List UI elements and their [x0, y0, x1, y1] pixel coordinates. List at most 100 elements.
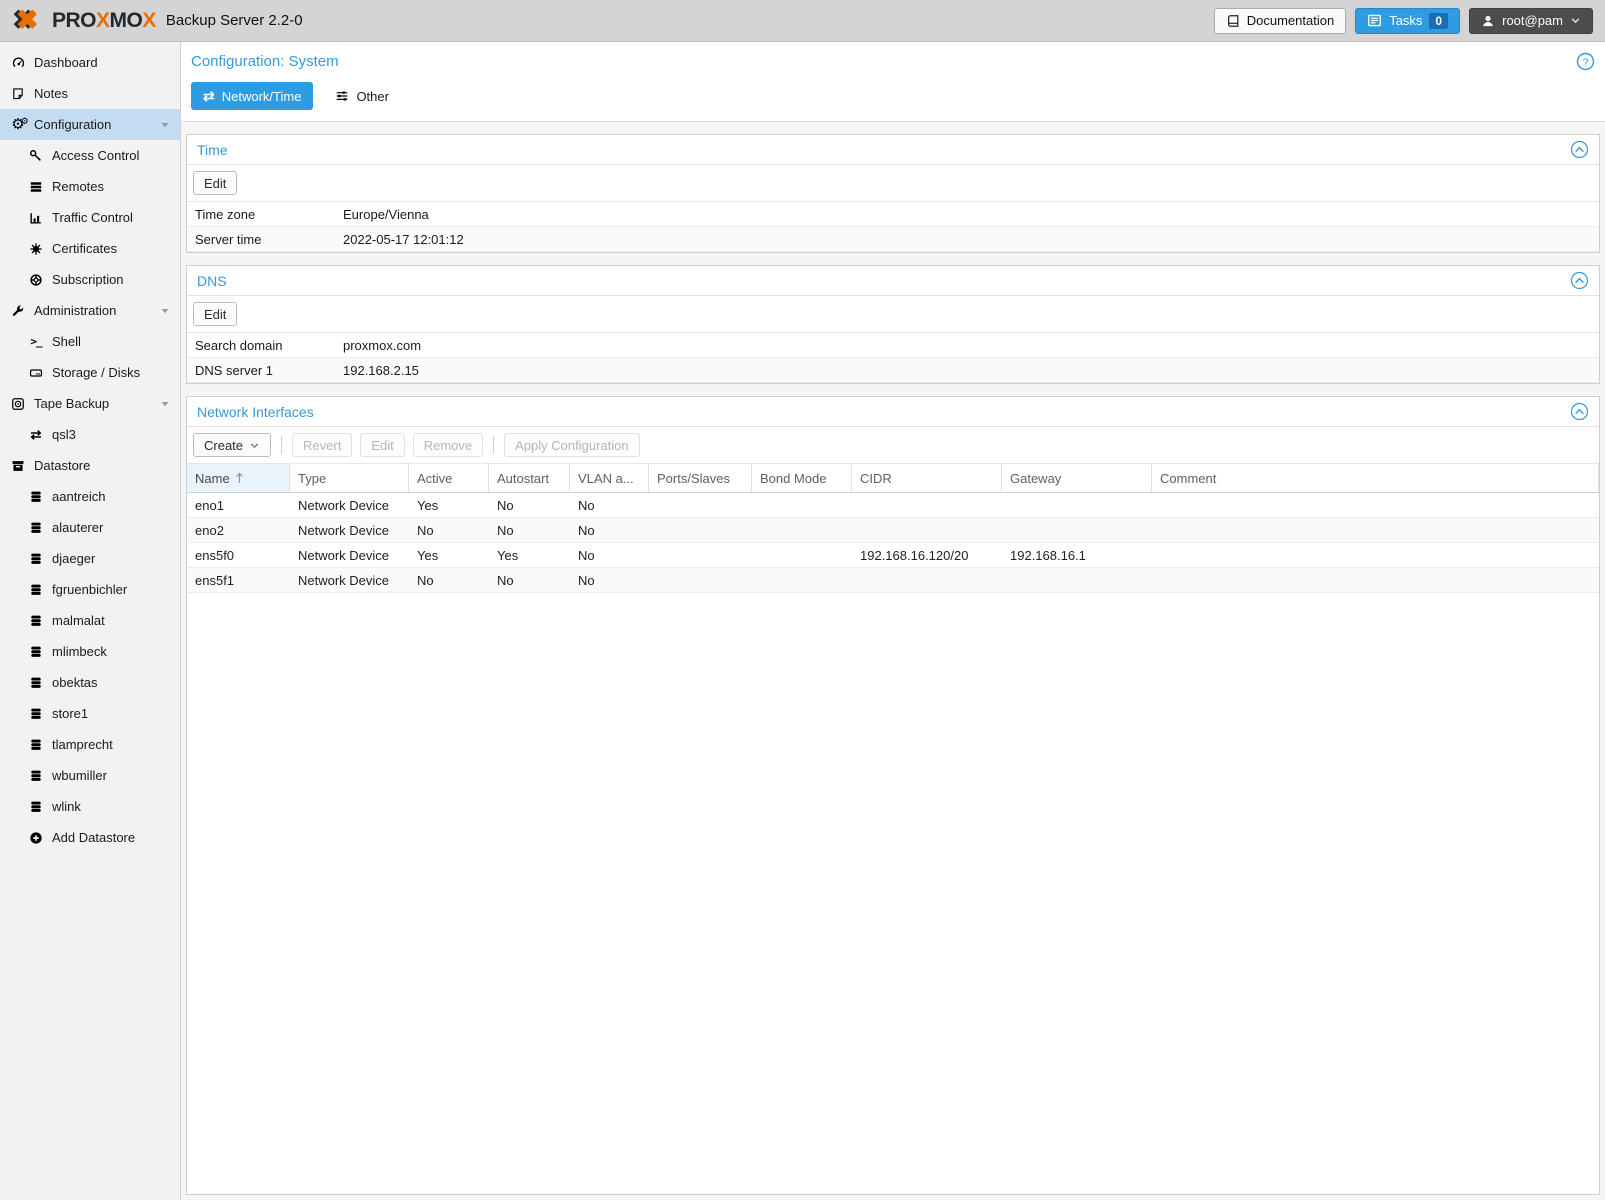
wrench-icon [8, 304, 28, 318]
caret-down-icon[interactable] [160, 306, 170, 316]
sidebar-item-administration[interactable]: Administration [0, 295, 180, 326]
sidebar-item-malmalat[interactable]: malmalat [0, 605, 180, 636]
lifering-icon [26, 273, 46, 287]
documentation-button[interactable]: Documentation [1214, 8, 1346, 34]
collapse-icon[interactable] [1570, 271, 1589, 290]
chart-icon [26, 211, 46, 225]
grid-cell: Network Device [290, 543, 409, 567]
sidebar-item-mlimbeck[interactable]: mlimbeck [0, 636, 180, 667]
grid-body: eno1Network DeviceYesNoNoeno2Network Dev… [187, 493, 1599, 1194]
sidebar-item-datastore[interactable]: Datastore [0, 450, 180, 481]
column-header-name[interactable]: Name [187, 464, 290, 492]
grid-cell: No [409, 518, 489, 542]
help-icon[interactable]: ? [1576, 52, 1595, 71]
sidebar-item-add-datastore[interactable]: Add Datastore [0, 822, 180, 853]
column-header-active[interactable]: Active [409, 464, 489, 492]
sidebar-item-tlamprecht[interactable]: tlamprecht [0, 729, 180, 760]
grid-cell [752, 543, 852, 567]
interface-row-ens5f0[interactable]: ens5f0Network DeviceYesYesNo192.168.16.1… [187, 543, 1599, 568]
caret-down-icon[interactable] [160, 120, 170, 130]
sidebar-item-label: alauterer [52, 520, 103, 535]
grid-cell: eno2 [187, 518, 290, 542]
sidebar-item-label: store1 [52, 706, 88, 721]
tasks-count-badge: 0 [1429, 13, 1448, 29]
column-header-type[interactable]: Type [290, 464, 409, 492]
proxmox-logo[interactable]: ✖✖ PROXMOX [12, 6, 156, 36]
sidebar-item-remotes[interactable]: Remotes [0, 171, 180, 202]
toolbar-separator [493, 436, 494, 454]
database-icon [26, 676, 46, 690]
sidebar-item-configuration[interactable]: ⚙⚙ Configuration [0, 109, 180, 140]
tab-bar: ⇄Network/Time Other [191, 71, 1595, 121]
sidebar-item-store1[interactable]: store1 [0, 698, 180, 729]
column-label: CIDR [860, 471, 892, 486]
network-interfaces-panel: Network Interfaces CreateRevertEditRemov… [186, 396, 1600, 1195]
sidebar-item-aantreich[interactable]: aantreich [0, 481, 180, 512]
sidebar-item-notes[interactable]: Notes [0, 78, 180, 109]
sidebar-item-fgruenbichler[interactable]: fgruenbichler [0, 574, 180, 605]
sidebar-item-dashboard[interactable]: Dashboard [0, 47, 180, 78]
terminal-icon: >_ [26, 335, 46, 348]
sidebar-item-djaeger[interactable]: djaeger [0, 543, 180, 574]
database-icon [26, 738, 46, 752]
dns-edit-button[interactable]: Edit [193, 302, 237, 326]
certificate-icon [26, 242, 46, 256]
apply-configuration-button[interactable]: Apply Configuration [504, 433, 639, 457]
user-icon [1481, 14, 1495, 28]
sidebar-item-label: qsl3 [52, 427, 76, 442]
sidebar-item-qsl3[interactable]: ⇄qsl3 [0, 419, 180, 450]
sidebar-item-tape-backup[interactable]: Tape Backup [0, 388, 180, 419]
sidebar-item-label: Configuration [34, 117, 111, 132]
caret-down-icon[interactable] [160, 399, 170, 409]
sidebar-item-storage-disks[interactable]: Storage / Disks [0, 357, 180, 388]
interface-row-eno1[interactable]: eno1Network DeviceYesNoNo [187, 493, 1599, 518]
time-panel: Time Edit Time zoneEurope/ViennaServer t… [186, 134, 1600, 253]
column-header-autostart[interactable]: Autostart [489, 464, 570, 492]
top-bar: ✖✖ PROXMOX Backup Server 2.2-0 Documenta… [0, 0, 1605, 42]
column-header-ports-slaves[interactable]: Ports/Slaves [649, 464, 752, 492]
column-header-gateway[interactable]: Gateway [1002, 464, 1152, 492]
sidebar-item-label: djaeger [52, 551, 95, 566]
interface-row-ens5f1[interactable]: ens5f1Network DeviceNoNoNo [187, 568, 1599, 593]
column-header-cidr[interactable]: CIDR [852, 464, 1002, 492]
collapse-icon[interactable] [1570, 402, 1589, 421]
time-edit-button[interactable]: Edit [193, 171, 237, 195]
grid-cell [649, 493, 752, 517]
sidebar-item-wbumiller[interactable]: wbumiller [0, 760, 180, 791]
panel-area: Time Edit Time zoneEurope/ViennaServer t… [181, 122, 1605, 1200]
tab-other[interactable]: Other [323, 82, 401, 110]
user-menu-button[interactable]: root@pam [1469, 8, 1593, 34]
row-label: Server time [187, 232, 335, 247]
sidebar-item-alauterer[interactable]: alauterer [0, 512, 180, 543]
sidebar-item-traffic-control[interactable]: Traffic Control [0, 202, 180, 233]
sidebar-item-label: Administration [34, 303, 116, 318]
sidebar-nav: Dashboard Notes ⚙⚙ Configuration Access Cont… [0, 42, 181, 1200]
grid-cell [1152, 568, 1599, 592]
column-header-vlan-a[interactable]: VLAN a... [570, 464, 649, 492]
interface-row-eno2[interactable]: eno2Network DeviceNoNoNo [187, 518, 1599, 543]
sidebar-item-label: mlimbeck [52, 644, 107, 659]
column-header-bond-mode[interactable]: Bond Mode [752, 464, 852, 492]
sidebar-item-subscription[interactable]: Subscription [0, 264, 180, 295]
grid-cell [649, 543, 752, 567]
database-icon [26, 614, 46, 628]
sidebar-item-access-control[interactable]: Access Control [0, 140, 180, 171]
gears-icon: ⚙⚙ [8, 118, 28, 132]
sidebar-item-label: Dashboard [34, 55, 98, 70]
main-content: Configuration: System ? ⇄Network/TimeOth… [181, 42, 1605, 1200]
column-header-comment[interactable]: Comment [1152, 464, 1599, 492]
sidebar-item-shell[interactable]: >_Shell [0, 326, 180, 357]
sidebar-item-label: wlink [52, 799, 81, 814]
tasks-button[interactable]: Tasks 0 [1355, 8, 1460, 34]
edit-button[interactable]: Edit [360, 433, 404, 457]
tab-network-time[interactable]: ⇄Network/Time [191, 82, 313, 110]
remove-button[interactable]: Remove [413, 433, 483, 457]
sidebar-item-certificates[interactable]: Certificates [0, 233, 180, 264]
grid-cell [1002, 518, 1152, 542]
collapse-icon[interactable] [1570, 140, 1589, 159]
sidebar-item-obektas[interactable]: obektas [0, 667, 180, 698]
tab-label: Network/Time [222, 89, 302, 104]
revert-button[interactable]: Revert [292, 433, 352, 457]
create-button[interactable]: Create [193, 433, 271, 457]
sidebar-item-wlink[interactable]: wlink [0, 791, 180, 822]
